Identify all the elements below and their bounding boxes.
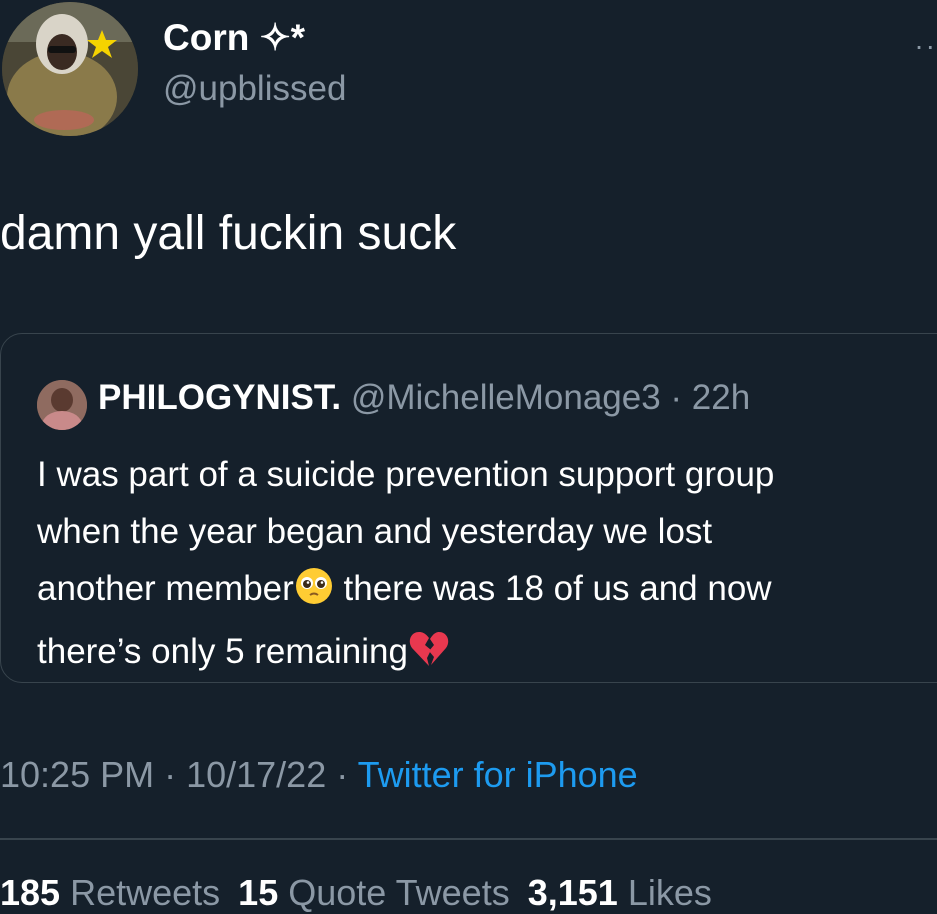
quote-tweets-count: 15 [238,872,279,913]
retweets-count: 185 [0,872,61,913]
quote-line: there’s only 5 remaining [37,623,774,686]
quoted-tweet-card[interactable]: PHILOGYNIST. @MichelleMonage3 · 22h I wa… [0,333,937,683]
meta-separator: · [154,754,187,795]
likes-count: 3,151 [527,872,618,913]
quote-author-avatar[interactable] [37,380,87,430]
tweet-date[interactable]: 10/17/22 [186,754,326,795]
retweets-label: Retweets [70,872,221,913]
author-handle[interactable]: @upblissed [163,69,346,109]
quote-line-part: there’s only 5 remaining [37,632,408,671]
quote-line-part: another member [37,569,294,608]
quote-line: when the year began and yesterday we los… [37,512,713,551]
broken-heart-icon [408,629,450,686]
likes-stat[interactable]: 3,151 Likes [528,872,712,913]
quote-line: I was part of a suicide prevention suppo… [37,455,775,494]
pleading-face-icon [294,566,334,623]
divider [0,838,937,840]
retweets-stat[interactable]: 185 Retweets [0,872,220,913]
quote-tweets-label: Quote Tweets [288,872,510,913]
author-name[interactable]: Corn ✧* [163,16,305,59]
quote-line: another member there was 18 of us and no… [37,560,774,623]
meta-separator: · [326,754,358,795]
engagement-stats: 185 Retweets 15 Quote Tweets 3,151 Likes [0,872,712,914]
tweet-metadata: 10:25 PM · 10/17/22 · Twitter for iPhone [0,754,638,796]
quote-line-part: there was 18 of us and now [333,569,772,608]
quote-author-handle[interactable]: @MichelleMonage3 [351,378,661,417]
quote-separator: · [660,378,692,417]
author-avatar[interactable] [2,2,138,136]
quote-header: PHILOGYNIST. @MichelleMonage3 · 22h [98,378,750,418]
tweet-source-link[interactable]: Twitter for iPhone [358,754,638,795]
tweet-time[interactable]: 10:25 PM [0,754,154,795]
quote-tweets-stat[interactable]: 15 Quote Tweets [238,872,510,913]
quote-text: I was part of a suicide prevention suppo… [37,446,774,686]
quote-author-name[interactable]: PHILOGYNIST. [98,378,341,417]
likes-label: Likes [627,872,712,913]
quote-time[interactable]: 22h [692,378,750,417]
more-options-icon[interactable]: ·· [914,30,937,62]
tweet-text: damn yall fuckin suck [0,207,457,260]
